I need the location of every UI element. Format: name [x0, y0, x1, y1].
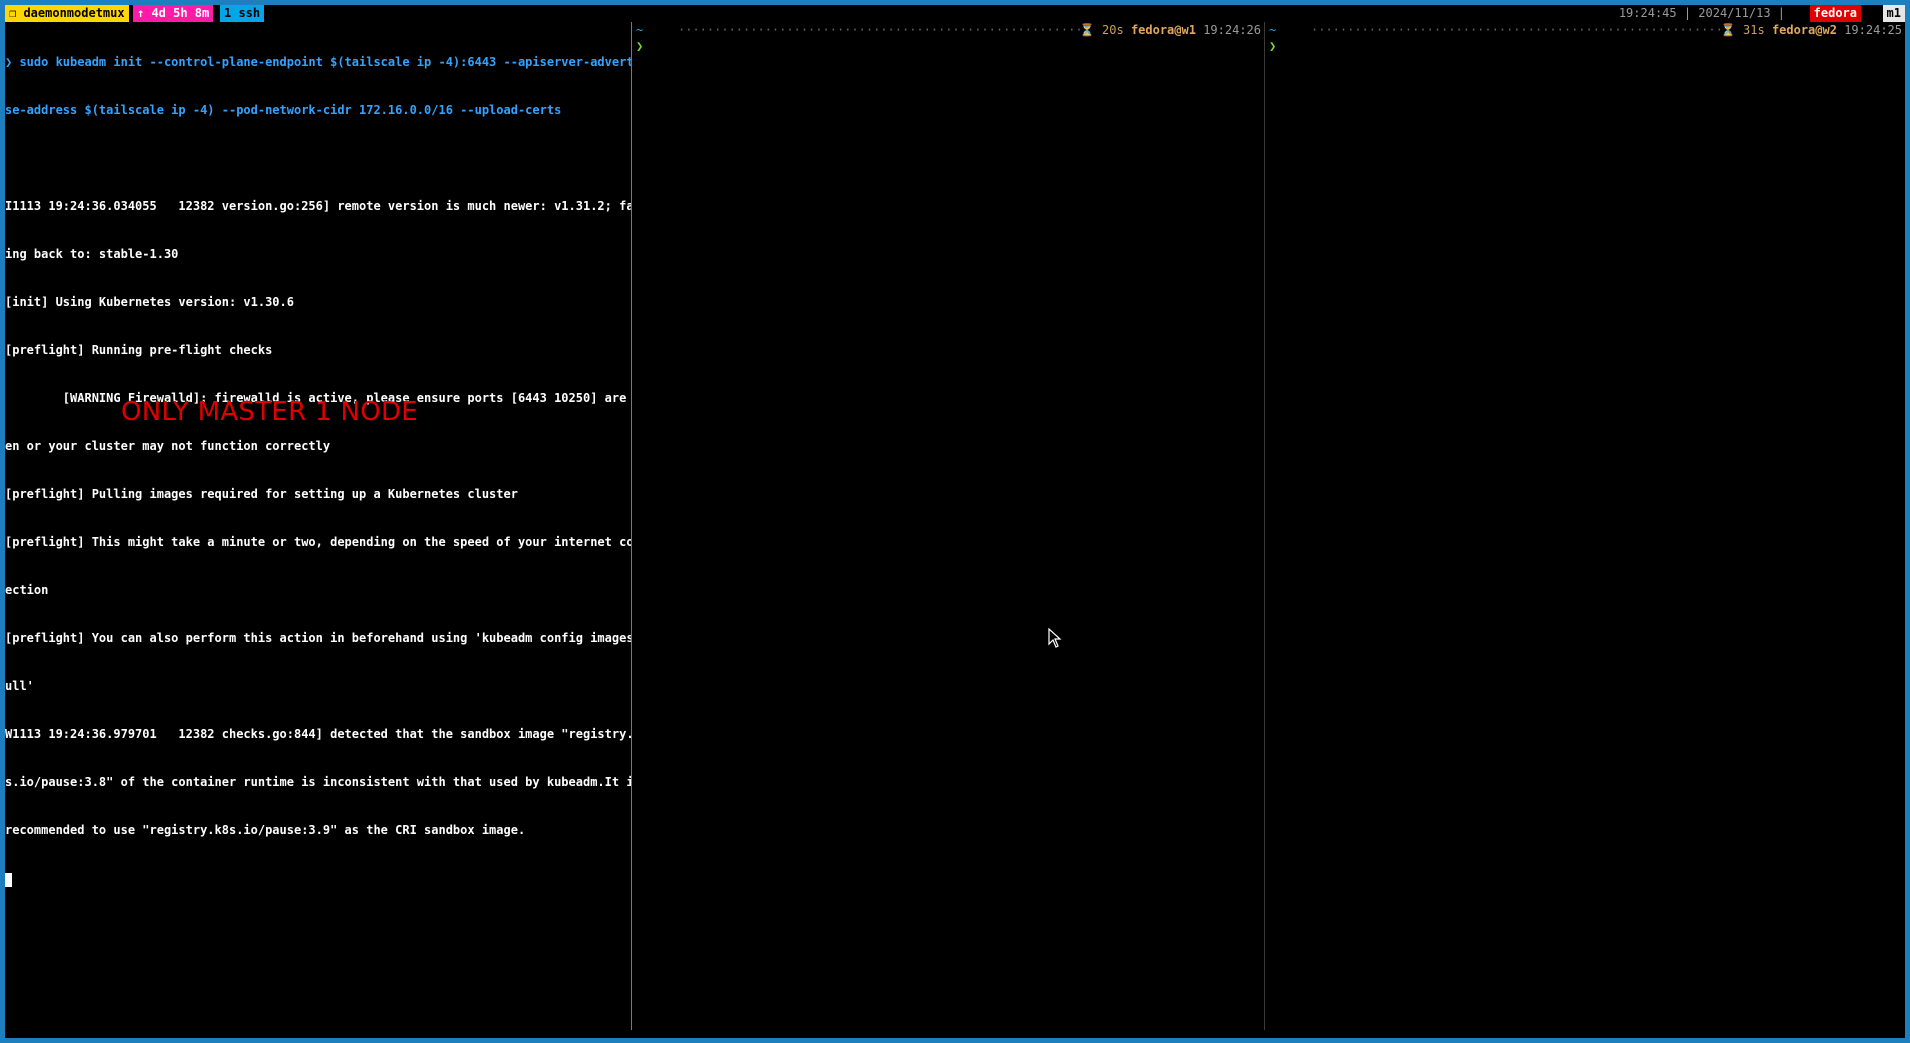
output-line: [init] Using Kubernetes version: v1.30.6 [5, 295, 294, 309]
command-line: ❯ sudo kubeadm init --control-plane-endp… [5, 55, 631, 69]
hostname-badge: fedora [1809, 5, 1861, 22]
prompt-time: 19:24:25 [1844, 23, 1902, 37]
prompt-filler: ········································… [678, 23, 1081, 37]
terminal-output: ❯ sudo kubeadm init --control-plane-endp… [5, 22, 631, 919]
output-line: [preflight] This might take a minute or … [5, 535, 631, 549]
output-line: en or your cluster may not function corr… [5, 439, 331, 453]
command-line: se-address $(tailscale ip -4) --pod-netw… [5, 103, 562, 117]
mouse-pointer-icon [1048, 628, 1062, 648]
output-line: I1113 19:24:36.034055 12382 version.go:2… [5, 199, 631, 213]
prompt-left: ~ [636, 22, 643, 38]
prompt-time: 19:24:26 [1203, 23, 1261, 37]
window-tab-ssh[interactable]: 1 ssh [220, 5, 265, 22]
prompt-right: ⏳ 31s fedora@w2 19:24:25 [1721, 22, 1902, 38]
prompt-filler: ········································… [1311, 23, 1722, 37]
overlay-annotation: ONLY MASTER 1 NODE [121, 397, 419, 427]
prompt-header: ~ ······································… [1269, 22, 1902, 38]
prompt-caret: ❯ [636, 39, 644, 53]
terminal-pane-master[interactable]: ❯ sudo kubeadm init --control-plane-endp… [5, 22, 631, 1030]
user-host: fedora@w2 [1771, 23, 1837, 37]
output-line: ull' [5, 679, 34, 693]
output-line: ection [5, 583, 49, 597]
output-line: recommended to use "registry.k8s.io/paus… [5, 823, 526, 837]
pane-divider[interactable] [1264, 22, 1265, 1030]
user-host: fedora@w1 [1130, 23, 1196, 37]
tmux-status-bar: ❐ daemonmodetmux ↑ 4d 5h 8m 1 ssh 19:24:… [5, 5, 1905, 22]
home-icon: ~ [1269, 23, 1277, 37]
uptime-badge: ↑ 4d 5h 8m [133, 5, 214, 22]
pane-divider[interactable] [631, 22, 632, 1030]
mode-indicator: m1 [1882, 5, 1905, 22]
prompt-right: ⏳ 20s fedora@w1 19:24:26 [1080, 22, 1261, 38]
terminal-cursor [5, 872, 12, 887]
output-line: W1113 19:24:36.979701 12382 checks.go:84… [5, 727, 631, 741]
terminal-pane-w1[interactable]: ~ ······································… [633, 22, 1264, 1030]
output-line: [preflight] Running pre-flight checks [5, 343, 273, 357]
prompt-header: ~ ······································… [636, 22, 1261, 38]
home-icon: ~ [636, 23, 644, 37]
output-line: [preflight] You can also perform this ac… [5, 631, 631, 645]
output-line: s.io/pause:3.8" of the container runtime… [5, 775, 631, 789]
terminal-pane-w2[interactable]: ~ ······································… [1266, 22, 1905, 1030]
session-name[interactable]: ❐ daemonmodetmux [5, 5, 129, 22]
hourglass-icon: ⏳ 20s [1079, 23, 1124, 37]
output-line: ing back to: stable-1.30 [5, 247, 179, 261]
terminal-window: ❐ daemonmodetmux ↑ 4d 5h 8m 1 ssh 19:24:… [5, 5, 1905, 1038]
prompt-caret: ❯ [1269, 39, 1277, 53]
hourglass-icon: ⏳ 31s [1720, 23, 1765, 37]
prompt-left: ~ [1269, 22, 1276, 38]
output-line: [preflight] Pulling images required for … [5, 487, 518, 501]
status-clock: 19:24:45 | 2024/11/13 | [1618, 6, 1785, 20]
